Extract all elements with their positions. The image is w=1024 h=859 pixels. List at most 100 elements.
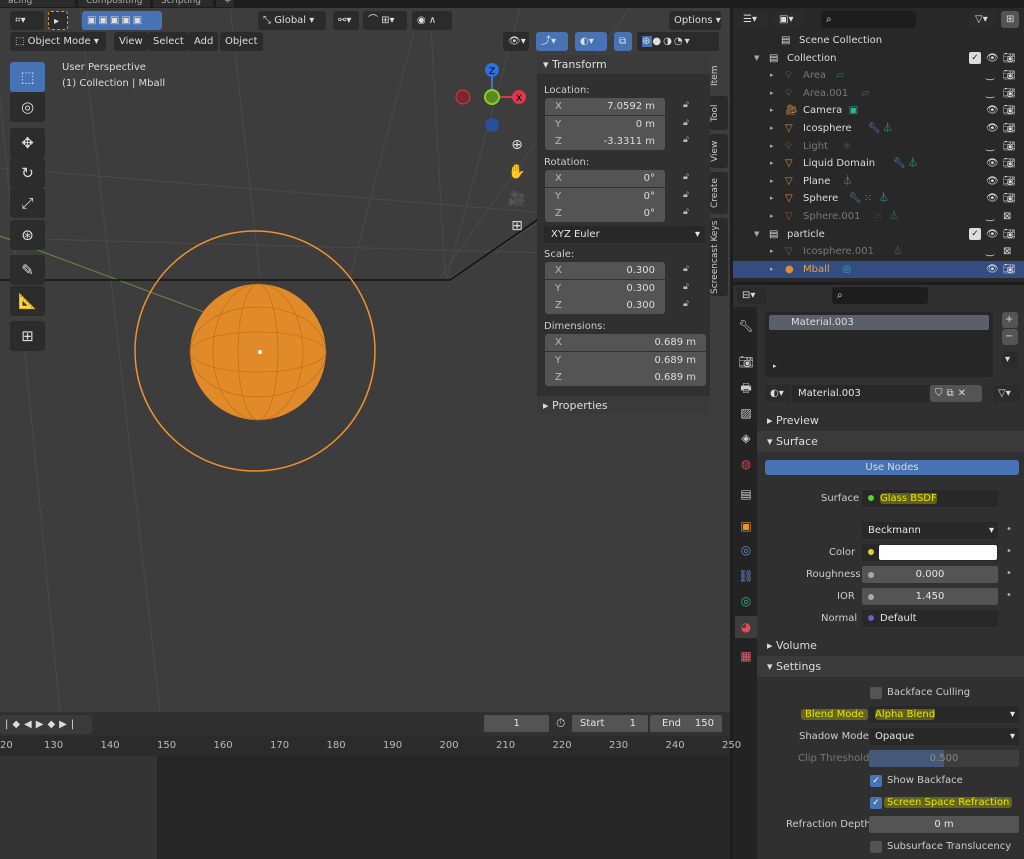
lock-icon[interactable]: 🔓︎ bbox=[683, 207, 689, 217]
outliner-row-icosphere[interactable]: ▸ ▽ Icosphere 🔧︎ ⏃ 👁︎ 📷︎ bbox=[733, 120, 1024, 137]
zoom-icon[interactable]: ⊕ bbox=[506, 134, 528, 156]
filter-dropdown[interactable]: ▽▾ bbox=[970, 11, 996, 28]
lock-icon[interactable]: 🔓︎ bbox=[683, 264, 689, 274]
wireframe-shading-icon[interactable]: ⊕ bbox=[642, 36, 653, 47]
modifier-icon[interactable]: 🔧︎ bbox=[849, 190, 862, 207]
location-x-field[interactable]: X 7.0592 m bbox=[545, 98, 665, 115]
outliner-row-particle[interactable]: ▼ ▤ particle ✓ 👁︎ 📷︎ bbox=[733, 226, 1024, 243]
properties-panel-header[interactable]: ▸ Properties bbox=[537, 396, 710, 415]
current-frame-field[interactable]: 1 bbox=[484, 715, 549, 732]
modifier-icon[interactable]: 🔧︎ bbox=[868, 120, 881, 137]
properties-tab-world-icon[interactable]: ◍ bbox=[735, 453, 757, 475]
keyframe-dot-icon[interactable]: • bbox=[1006, 524, 1012, 535]
measure-tool-icon[interactable]: 📐 bbox=[10, 286, 45, 316]
tab-shading[interactable]: acing bbox=[0, 0, 75, 7]
keyframe-dot-icon[interactable]: • bbox=[1006, 568, 1012, 579]
transform-tool-icon[interactable]: ⊛ bbox=[10, 220, 45, 250]
scale-y-field[interactable]: Y 0.300 bbox=[545, 279, 665, 297]
eye-icon[interactable]: 👁︎ bbox=[986, 120, 999, 137]
editor-type-button[interactable]: ⊟▾ bbox=[737, 287, 767, 304]
eye-icon[interactable]: 👁︎ bbox=[986, 190, 999, 207]
volume-section-header[interactable]: ▸ Volume bbox=[757, 635, 1024, 656]
distribution-dropdown[interactable]: Beckmann ▾ bbox=[862, 522, 998, 539]
screen-space-refraction-checkbox[interactable]: ✓ bbox=[870, 797, 882, 809]
keyframe-dot-icon[interactable]: • bbox=[1006, 546, 1012, 557]
properties-tab-physics-icon[interactable]: ◎ bbox=[735, 539, 757, 561]
eye-icon[interactable]: ‿ bbox=[986, 67, 994, 84]
camera-render-icon[interactable]: 📷︎ bbox=[1003, 120, 1016, 137]
mesh-data-icon[interactable]: ⏃ bbox=[879, 190, 889, 207]
surface-shader-field[interactable]: Glass BSDF bbox=[862, 490, 998, 507]
properties-tab-output-icon[interactable]: 🖶︎ bbox=[735, 377, 757, 399]
backface-culling-checkbox[interactable] bbox=[870, 687, 882, 699]
camera-render-icon[interactable]: 📷︎ bbox=[1003, 173, 1016, 190]
subsurface-translucency-checkbox[interactable] bbox=[870, 841, 882, 853]
eye-icon[interactable]: 👁︎ bbox=[986, 226, 999, 243]
xray-toggle[interactable]: ⧉ bbox=[614, 32, 632, 51]
dimensions-z-field[interactable]: Z 0.689 m bbox=[545, 369, 706, 386]
camera-render-icon[interactable]: 📷︎ bbox=[1003, 102, 1016, 119]
material-slot-list[interactable]: Material.003 ▸ bbox=[765, 312, 993, 377]
material-slot-item[interactable]: Material.003 bbox=[769, 315, 989, 330]
outliner-row-collection[interactable]: ▼ ▤ Collection ✓ 👁︎ 📷︎ bbox=[733, 50, 1024, 67]
slot-specials-dropdown[interactable]: ▾ bbox=[1002, 352, 1018, 368]
expand-arrow-icon[interactable]: ▸ bbox=[770, 85, 774, 102]
camera-render-icon[interactable]: ⊠ bbox=[1003, 243, 1011, 260]
expand-arrow-icon[interactable]: ▸ bbox=[770, 67, 774, 84]
properties-tab-scene-icon[interactable]: ◈ bbox=[735, 427, 757, 449]
sidebar-tab-item[interactable]: Item bbox=[710, 60, 728, 92]
material-actions[interactable]: ⛉⧉✕ bbox=[930, 385, 982, 402]
properties-search-input[interactable]: ⌕ bbox=[832, 287, 928, 304]
lock-icon[interactable]: 🔓︎ bbox=[683, 100, 689, 110]
mesh-data-icon[interactable]: ⏃ bbox=[893, 243, 903, 260]
keyframe-dot-icon[interactable]: • bbox=[1006, 590, 1012, 601]
expand-arrow-icon[interactable]: ▸ bbox=[770, 155, 774, 172]
expand-arrow-icon[interactable]: ▸ bbox=[770, 173, 774, 190]
properties-tab-object-icon[interactable]: ▣ bbox=[735, 515, 757, 537]
outliner-row-mball[interactable]: ▸ ● Mball ◎ 👁︎ 📷︎ bbox=[733, 260, 1024, 278]
sidebar-tab-screencast-keys[interactable]: Screencast Keys bbox=[710, 218, 728, 296]
camera-render-icon[interactable]: 📷︎ bbox=[1003, 67, 1016, 84]
scale-tool-icon[interactable]: ⤢ bbox=[10, 188, 45, 218]
show-backface-checkbox[interactable]: ✓ bbox=[870, 775, 882, 787]
eye-icon[interactable]: 👁︎ bbox=[986, 102, 999, 119]
particles-icon[interactable]: ⁙ bbox=[874, 208, 882, 225]
lock-icon[interactable]: 🔓︎ bbox=[683, 118, 689, 128]
start-frame-field[interactable]: Start 1 bbox=[572, 715, 648, 732]
camera-data-icon[interactable]: ▣ bbox=[849, 102, 858, 119]
lock-icon[interactable]: 🔓︎ bbox=[683, 282, 689, 292]
rotation-y-field[interactable]: Y 0° bbox=[545, 187, 665, 205]
transform-panel-header[interactable]: ▾ Transform bbox=[537, 55, 710, 74]
expand-icon[interactable]: ▸ bbox=[773, 362, 777, 370]
outliner-row-light[interactable]: ▸ 💡︎ Light ☼ ‿ 📷︎ bbox=[733, 138, 1024, 155]
color-swatch[interactable] bbox=[879, 545, 997, 560]
gizmo-neg-z-axis[interactable] bbox=[485, 118, 499, 132]
exclude-checkbox[interactable]: ✓ bbox=[969, 227, 981, 240]
camera-render-icon[interactable]: ⊠ bbox=[1003, 208, 1011, 225]
lock-icon[interactable]: 🔓︎ bbox=[683, 190, 689, 200]
camera-view-icon[interactable]: 🎥 bbox=[506, 188, 528, 210]
mesh-data-icon[interactable]: ⏃ bbox=[908, 155, 918, 172]
transform-orientation-dropdown[interactable]: ⤡ Global ▾ bbox=[258, 11, 326, 30]
menu-object[interactable]: Object bbox=[220, 32, 263, 51]
camera-render-icon[interactable]: 📷︎ bbox=[1003, 261, 1016, 278]
remove-slot-button[interactable]: − bbox=[1002, 329, 1018, 345]
lock-icon[interactable]: 🔓︎ bbox=[683, 135, 689, 145]
outliner-row-icosphere-001[interactable]: ▸ ▽ Icosphere.001 ⏃ ‿ ⊠ bbox=[733, 243, 1024, 260]
add-cube-tool-icon[interactable]: ⊞ bbox=[10, 321, 45, 351]
camera-render-icon[interactable]: 📷︎ bbox=[1003, 85, 1016, 102]
end-frame-field[interactable]: End 150 bbox=[650, 715, 722, 732]
camera-render-icon[interactable]: 📷︎ bbox=[1003, 138, 1016, 155]
eye-icon[interactable]: 👁︎ bbox=[986, 173, 999, 190]
location-z-field[interactable]: Z -3.3311 m bbox=[545, 133, 665, 150]
add-slot-button[interactable]: + bbox=[1002, 312, 1018, 328]
grid-ortho-icon[interactable]: ⊞ bbox=[506, 215, 528, 237]
surface-section-header[interactable]: ▾ Surface bbox=[757, 431, 1024, 452]
outliner-row-area-001[interactable]: ▸ 💡︎ Area.001 ▱ ‿ 📷︎ bbox=[733, 85, 1024, 102]
camera-render-icon[interactable]: 📷︎ bbox=[1003, 226, 1016, 243]
color-field[interactable] bbox=[862, 544, 998, 561]
clip-threshold-slider[interactable]: 0.500 bbox=[869, 750, 1019, 767]
scale-z-field[interactable]: Z 0.300 bbox=[545, 297, 665, 314]
overlay-toggle[interactable]: ◐▾ bbox=[575, 32, 607, 51]
pivot-point-dropdown[interactable]: ⚯▾ bbox=[333, 11, 359, 30]
